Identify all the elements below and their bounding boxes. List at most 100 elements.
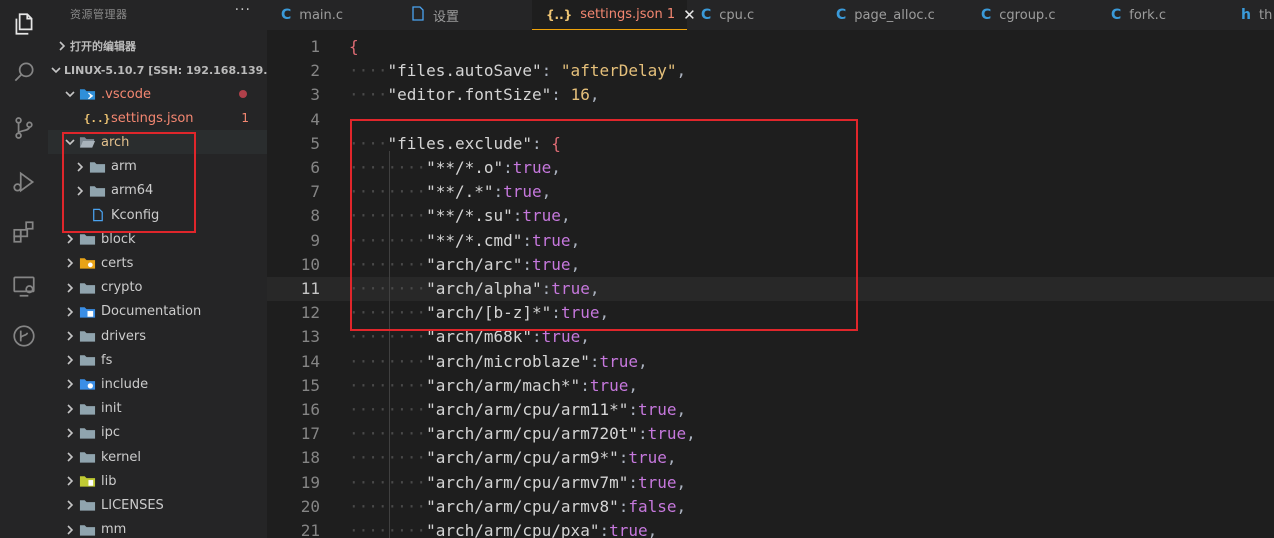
settings-file-icon (411, 5, 425, 25)
chevron-right-icon (54, 38, 70, 54)
tree-item-include[interactable]: include (48, 372, 267, 396)
chevron-right-icon (62, 328, 78, 344)
explorer-sidebar: 资源管理器 ··· 打开的编辑器 LINUX-5.10.7 [SSH: 192.… (48, 0, 267, 538)
line-number: 9 (310, 230, 320, 250)
chevron-right-icon (62, 522, 78, 538)
code-line[interactable]: 16 ········"arch/arm/cpu/arm11*":true, (267, 398, 1274, 422)
tab-label: settings.json 1 (580, 7, 676, 22)
tree-item-label: include (101, 376, 149, 392)
annotation-box-arch (62, 132, 196, 233)
tree-item-settings-json[interactable]: {..} settings.json 1 (48, 106, 267, 130)
line-number: 20 (300, 496, 320, 516)
c-file-icon: C (836, 7, 847, 23)
code-line[interactable]: 20 ········"arch/arm/cpu/armv8":false, (267, 495, 1274, 519)
code-line[interactable]: 3 ····"editor.fontSize": 16, (267, 83, 1274, 107)
json-file-icon: {..} (83, 111, 111, 125)
line-number: 19 (300, 472, 320, 492)
code-line[interactable]: 21 ········"arch/arm/cpu/pxa":true, (267, 519, 1274, 538)
tree-item-ipc[interactable]: ipc (48, 421, 267, 445)
tree-item-crypto[interactable]: crypto (48, 276, 267, 300)
line-number: 2 (310, 61, 320, 81)
tab-cpu-c[interactable]: Ccpu.c (687, 0, 822, 30)
line-number: 5 (310, 133, 320, 153)
tree-item-vscode[interactable]: .vscode (48, 82, 267, 106)
code-line[interactable]: 17 ········"arch/arm/cpu/arm720t":true, (267, 422, 1274, 446)
tree-item-label: ipc (101, 425, 121, 441)
git-graph-icon[interactable] (0, 312, 48, 360)
chevron-right-icon (62, 255, 78, 271)
line-number: 6 (310, 158, 320, 177)
code-line[interactable]: 14 ········"arch/microblaze":true, (267, 350, 1274, 374)
explorer-icon[interactable] (0, 0, 48, 48)
folder-icon (78, 449, 96, 465)
run-debug-icon[interactable] (0, 158, 48, 206)
tree-item-label: crypto (101, 280, 143, 296)
tab-th[interactable]: h th (1227, 0, 1274, 30)
tree-item-drivers[interactable]: drivers (48, 324, 267, 348)
line-number: 16 (300, 400, 320, 419)
tab-label: cgroup.c (999, 7, 1056, 23)
tree-item-label: block (101, 231, 136, 247)
code-line[interactable]: 15 ········"arch/arm/mach*":true, (267, 374, 1274, 398)
chevron-right-icon (62, 497, 78, 513)
folder-icon (78, 401, 96, 417)
chevron-right-icon (62, 231, 78, 247)
code-content: ········"arch/arm/cpu/armv8":false, (349, 496, 687, 516)
tree-item-documentation[interactable]: Documentation (48, 300, 267, 324)
tab-[interactable]: 设置 (397, 0, 532, 30)
tab-fork-c[interactable]: Cfork.c (1097, 0, 1227, 30)
code-line[interactable]: 2 ····"files.autoSave": "afterDelay", (267, 59, 1274, 83)
line-number: 1 (310, 37, 320, 56)
folder-icon (78, 352, 96, 368)
open-editors-section[interactable]: 打开的编辑器 (48, 34, 267, 58)
folder-icon (78, 328, 96, 344)
line-number: 10 (300, 254, 320, 274)
json-file-icon: {..} (546, 7, 573, 22)
workspace-section[interactable]: LINUX-5.10.7 [SSH: 192.168.139... (48, 58, 267, 82)
tree-item-kernel[interactable]: kernel (48, 445, 267, 469)
folder-icon (78, 522, 96, 538)
tab-main-c[interactable]: Cmain.c (267, 0, 397, 30)
code-line[interactable]: 18 ········"arch/arm/cpu/arm9*":true, (267, 446, 1274, 470)
tab-page-alloc-c[interactable]: Cpage_alloc.c (822, 0, 967, 30)
tree-item-licenses[interactable]: LICENSES (48, 493, 267, 517)
line-number: 15 (300, 375, 320, 395)
include-folder-icon (78, 376, 96, 392)
folder-icon (78, 280, 96, 296)
tab-label: th (1258, 7, 1273, 23)
folder-icon (78, 497, 96, 513)
remote-explorer-icon[interactable] (0, 262, 48, 310)
code-line[interactable]: 19 ········"arch/arm/cpu/armv7m":true, (267, 471, 1274, 495)
header-file-icon: h (1241, 7, 1251, 23)
tab-settings-json-1[interactable]: {..} settings.json 1 ✕ (532, 0, 696, 30)
tree-item-fs[interactable]: fs (48, 348, 267, 372)
extensions-icon[interactable] (0, 208, 48, 256)
tree-item-label: kernel (101, 449, 142, 465)
activity-bar (0, 0, 48, 538)
tab-label: cpu.c (719, 7, 755, 23)
line-number: 13 (300, 327, 320, 347)
search-icon[interactable] (0, 48, 48, 96)
tree-item-lib[interactable]: lib (48, 469, 267, 493)
c-file-icon: C (701, 7, 712, 23)
more-actions-icon[interactable]: ··· (235, 2, 251, 18)
code-content: ····"files.autoSave": "afterDelay", (349, 61, 687, 81)
tab-cgroup-c[interactable]: Ccgroup.c (967, 0, 1097, 30)
tree-item-label: init (101, 401, 122, 417)
code-content: ········"arch/arm/cpu/armv7m":true, (349, 472, 687, 492)
modified-dot (239, 90, 247, 98)
line-number: 17 (300, 424, 320, 444)
sidebar-title: 资源管理器 (70, 8, 128, 21)
code-line[interactable]: 1{ (267, 35, 1274, 59)
tree-item-label: drivers (101, 328, 147, 344)
line-number: 3 (310, 85, 320, 105)
vscode-folder-icon (78, 86, 96, 102)
code-content: ········"arch/arm/mach*":true, (349, 375, 638, 395)
tree-item-init[interactable]: init (48, 397, 267, 421)
tab-label: page_alloc.c (854, 7, 935, 23)
source-control-icon[interactable] (0, 104, 48, 152)
line-number: 18 (300, 448, 320, 468)
chevron-right-icon (62, 376, 78, 392)
tree-item-mm[interactable]: mm (48, 518, 267, 538)
tree-item-certs[interactable]: certs (48, 251, 267, 275)
